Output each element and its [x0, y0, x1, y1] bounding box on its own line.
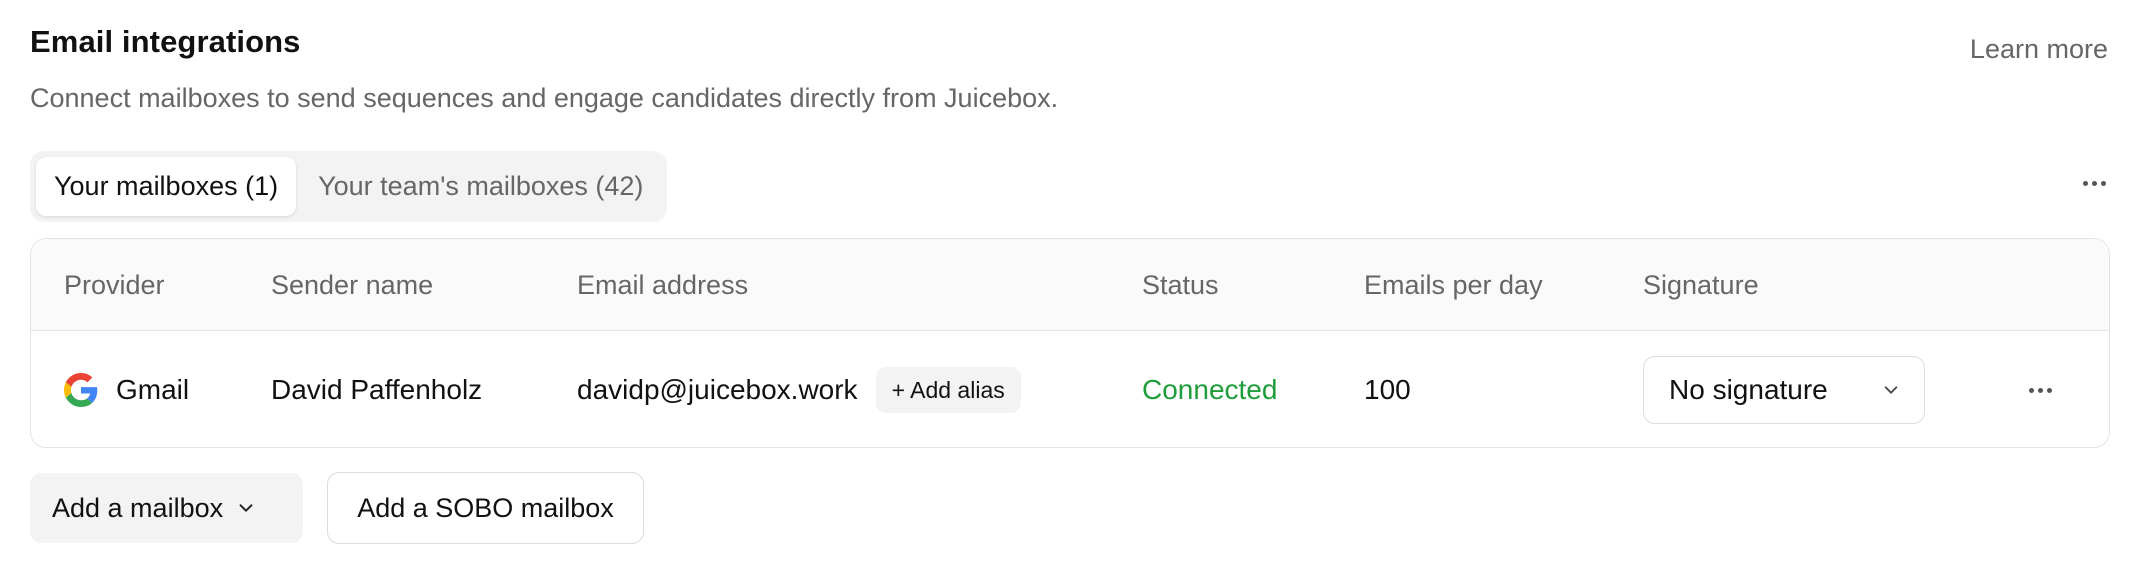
signature-select[interactable]: No signature	[1643, 356, 1925, 424]
cell-provider: Gmail	[64, 331, 190, 447]
add-mailbox-button[interactable]: Add a mailbox	[30, 473, 303, 543]
provider-name: Gmail	[116, 374, 190, 405]
tab-team-mailboxes[interactable]: Your team's mailboxes (42)	[300, 157, 661, 216]
google-icon	[64, 373, 98, 407]
learn-more-link[interactable]: Learn more	[1970, 34, 2108, 65]
row-more-options-button[interactable]	[2029, 331, 2052, 447]
page-title: Email integrations	[30, 24, 301, 59]
column-header-provider: Provider	[64, 269, 165, 300]
tab-your-mailboxes[interactable]: Your mailboxes (1)	[36, 157, 297, 216]
add-sobo-mailbox-button[interactable]: Add a SOBO mailbox	[327, 472, 644, 544]
add-mailbox-label: Add a mailbox	[52, 492, 224, 523]
mailbox-tabs: Your mailboxes (1) Your team's mailboxes…	[30, 151, 668, 222]
column-header-sender-name: Sender name	[271, 269, 434, 300]
table-row: Gmail David Paffenholz davidp@juicebox.w…	[31, 331, 2109, 447]
column-header-signature: Signature	[1643, 269, 1759, 300]
cell-sender-name: David Paffenholz	[271, 374, 483, 405]
more-options-button[interactable]	[2083, 181, 2106, 186]
cell-emails-per-day: 100	[1364, 374, 1411, 405]
cell-email-address: davidp@juicebox.work + Add alias	[577, 331, 1021, 447]
email-integrations-page: Email integrations Connect mailboxes to …	[0, 0, 2140, 580]
cell-signature: No signature	[1643, 331, 1925, 447]
chevron-down-icon	[239, 504, 253, 512]
column-header-status: Status	[1142, 269, 1219, 300]
more-dots-icon	[2029, 387, 2034, 393]
column-header-emails-per-day: Emails per day	[1364, 269, 1543, 300]
page-subtitle: Connect mailboxes to send sequences and …	[30, 83, 1059, 113]
signature-select-value: No signature	[1669, 374, 1828, 405]
table-header: Provider Sender name Email address Statu…	[31, 239, 2109, 331]
chevron-down-icon	[1884, 386, 1898, 394]
email-address-text: davidp@juicebox.work	[577, 374, 858, 405]
mailbox-table: Provider Sender name Email address Statu…	[30, 238, 2110, 448]
more-dots-icon	[2083, 181, 2088, 186]
status-badge: Connected	[1142, 374, 1278, 405]
add-alias-button[interactable]: + Add alias	[875, 367, 1021, 413]
column-header-email-address: Email address	[577, 269, 749, 300]
